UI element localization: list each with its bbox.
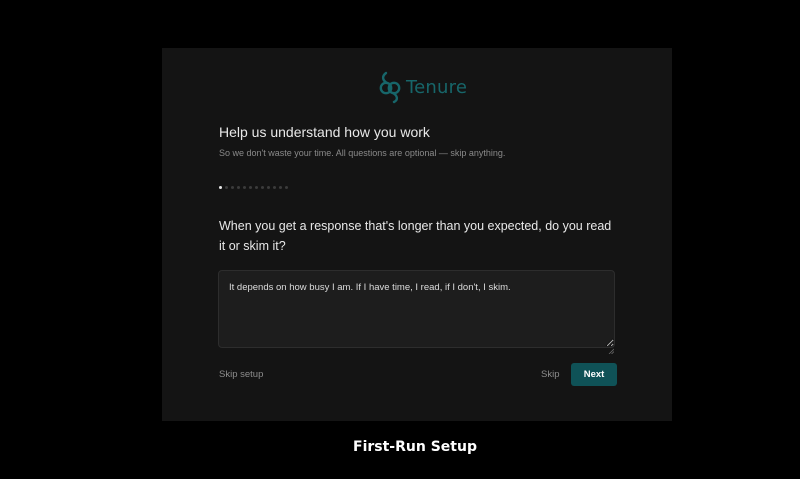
- progress-dot: [248, 186, 253, 190]
- setup-subheading: So we don't waste your time. All questio…: [219, 148, 506, 158]
- skip-setup-link[interactable]: Skip setup: [219, 369, 263, 380]
- next-button[interactable]: Next: [571, 363, 617, 386]
- skip-question-link[interactable]: Skip: [541, 369, 559, 380]
- progress-dot: [278, 186, 283, 190]
- progress-dot: [230, 186, 235, 190]
- progress-dot: [266, 186, 271, 190]
- progress-dots: [219, 186, 289, 190]
- resize-handle-icon[interactable]: [608, 341, 615, 355]
- screen-caption: First-Run Setup: [353, 439, 477, 455]
- progress-dot: [254, 186, 259, 190]
- question-text: When you get a response that's longer th…: [219, 219, 612, 253]
- brand-name: Tenure: [406, 76, 468, 98]
- progress-dot: [284, 186, 289, 190]
- setup-dialog: Tenure Help us understand how you work S…: [162, 48, 672, 421]
- progress-dot-active: [219, 186, 223, 190]
- progress-dot: [242, 186, 247, 190]
- knot-icon: [378, 70, 402, 104]
- progress-dot: [224, 186, 229, 190]
- progress-dot: [260, 186, 265, 190]
- brand-logo: Tenure: [378, 70, 467, 104]
- progress-dot: [272, 186, 277, 190]
- setup-heading: Help us understand how you work: [219, 124, 430, 140]
- answer-field[interactable]: It depends on how busy I am. If I have t…: [218, 270, 615, 348]
- screen: Tenure Help us understand how you work S…: [0, 0, 800, 479]
- progress-dot: [236, 186, 241, 190]
